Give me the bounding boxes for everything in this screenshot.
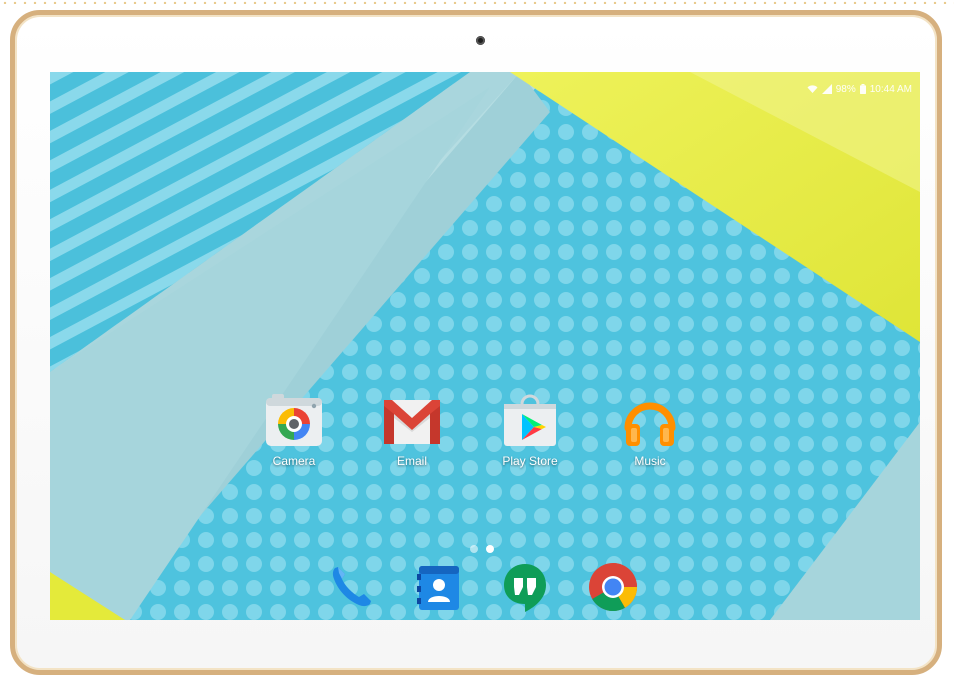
- battery-icon: [859, 84, 866, 94]
- contacts-icon[interactable]: [411, 560, 465, 614]
- app-play-store-label: Play Store: [502, 454, 558, 468]
- wifi-icon: [807, 85, 818, 93]
- dock-chrome[interactable]: [586, 560, 640, 614]
- page-dot-1[interactable]: [470, 545, 478, 553]
- status-bar: 98% 10:44 AM: [807, 81, 912, 97]
- headphones-icon[interactable]: [618, 388, 682, 452]
- hangouts-icon[interactable]: [498, 560, 552, 614]
- wallpaper: [50, 72, 920, 620]
- dock-hangouts[interactable]: [498, 560, 552, 614]
- app-camera-label: Camera: [272, 454, 316, 468]
- app-email[interactable]: Email: [366, 388, 458, 468]
- signal-icon: [821, 84, 832, 94]
- play-store-icon[interactable]: [498, 388, 562, 452]
- chrome-icon[interactable]: [586, 560, 640, 614]
- phone-icon[interactable]: [325, 560, 379, 614]
- home-screen[interactable]: 98% 10:44 AM Camera Email Play Store Mus…: [50, 72, 920, 620]
- clock-time: 10:44 AM: [869, 83, 912, 95]
- dock-contacts[interactable]: [411, 560, 465, 614]
- battery-percent: 98%: [835, 83, 856, 95]
- app-camera[interactable]: Camera: [248, 388, 340, 468]
- dock-phone[interactable]: [325, 560, 379, 614]
- app-music-label: Music: [634, 454, 666, 468]
- top-dotted-edge: [0, 0, 954, 4]
- page-indicator: [470, 545, 494, 553]
- app-email-label: Email: [396, 454, 427, 468]
- app-music[interactable]: Music: [604, 388, 696, 468]
- gmail-icon[interactable]: [380, 388, 444, 452]
- app-play-store[interactable]: Play Store: [484, 388, 576, 468]
- camera-icon[interactable]: [262, 388, 326, 452]
- front-camera-lens: [476, 36, 485, 45]
- page-dot-2-current[interactable]: [486, 545, 494, 553]
